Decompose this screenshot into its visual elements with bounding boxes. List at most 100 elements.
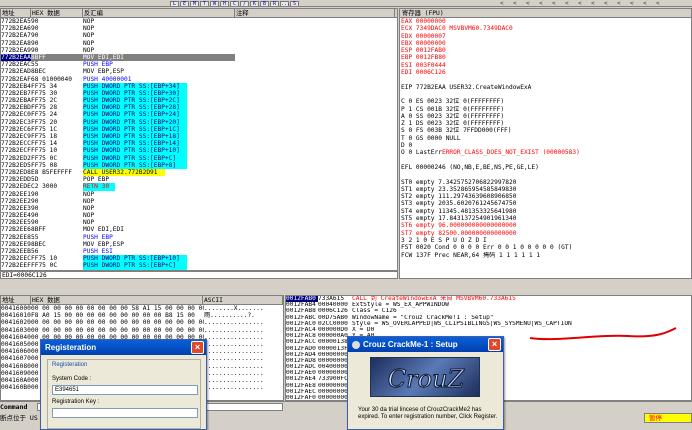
register-line[interactable]: ST1 empty 23.352865954585849830 <box>401 186 691 193</box>
disasm-row[interactable]: 772B2EE390 NOP <box>1 205 397 212</box>
toolbar-button[interactable]: E <box>180 1 189 6</box>
disasm-row[interactable]: 772B2EDD5D POP EBP <box>1 176 397 183</box>
disasm-row[interactable]: 772B2EE490 NOP <box>1 212 397 219</box>
system-code-field[interactable]: E394651 <box>52 385 198 395</box>
register-line[interactable]: A 0 SS 0023 32位 0(FFFFFFFF) <box>401 113 691 120</box>
dump-row[interactable]: 0041603000 00 00 00 00 00 00 00 00 00 00… <box>1 327 283 334</box>
disasm-row[interactable]: 772B2ECFFF75 10 PUSH DWORD PTR SS:[EBP+10… <box>1 147 397 155</box>
registration-key-field[interactable] <box>52 408 198 418</box>
register-line[interactable]: EBX 00000000 <box>401 40 691 47</box>
disasm-row[interactable]: 772B2EBDFF75 28 PUSH DWORD PTR SS:[EBP+28… <box>1 104 397 112</box>
disasm-row[interactable]: 772B2EE98BEC MOV EBP,ESP <box>1 241 397 248</box>
dump-row[interactable]: 0041600000 00 00 00 00 00 00 00 00 58 A1… <box>1 305 283 312</box>
disasm-row[interactable]: 772B2EB4FF75 34 PUSH DWORD PTR SS:[EBP+34… <box>1 82 397 90</box>
disassembly-pane[interactable]: 地址 HEX 数据 反汇编 注释 772B2EA590 NOP 772B2EA690 NOP… <box>0 8 398 271</box>
disasm-row[interactable]: 772B2EE190 NOP <box>1 191 397 198</box>
disasm-row[interactable]: 772B2EA690 NOP <box>1 25 397 32</box>
register-line[interactable]: ECX 7349DAC0 MSVBVM60.7349DAC0 <box>401 25 691 32</box>
nav-arrow-button[interactable]: < <box>617 0 630 6</box>
register-line[interactable]: FST 0020 Cond 0 0 0 0 Err 0 0 1 0 0 0 0 … <box>401 244 691 251</box>
toolbar-button[interactable]: S <box>290 1 299 6</box>
toolbar-button[interactable]: R <box>270 1 279 6</box>
disasm-row[interactable]: 772B2EDEC2 3000 RETN 30 <box>1 183 397 191</box>
nav-arrow-button[interactable]: < <box>630 0 643 6</box>
disasm-row[interactable]: 772B2EB7FF75 30 PUSH DWORD PTR SS:[EBP+30… <box>1 89 397 98</box>
disasm-row[interactable]: 772B2EAC55 PUSH EBP <box>1 61 397 68</box>
register-line[interactable]: C 0 ES 0023 32位 0(FFFFFFFF) <box>401 98 691 105</box>
register-line[interactable]: EDX 00000007 <box>401 33 691 40</box>
register-line[interactable]: EFL 00000246 (NO,NB,E,BE,NS,PE,GE,LE) <box>401 164 691 171</box>
disasm-row[interactable]: 772B2EA890 NOP <box>1 40 397 47</box>
registers-pane[interactable]: 寄存器 (FPU) EAX 00000000 ECX 7349DAC0 MSVBV… <box>399 8 692 279</box>
registration-dialog[interactable]: Registeration × Registeration System Cod… <box>40 339 207 430</box>
nav-arrow-button[interactable]: < <box>513 0 526 6</box>
toolbar-button[interactable]: / <box>240 1 249 6</box>
register-line[interactable] <box>401 76 691 83</box>
disasm-row[interactable]: 772B2EC0FF75 24 PUSH DWORD PTR SS:[EBP+24… <box>1 111 397 119</box>
nav-arrow-button[interactable]: < <box>591 0 604 6</box>
disasm-row[interactable]: 772B2ED5FF75 08 PUSH DWORD PTR SS:[EBP+8] <box>1 161 397 169</box>
disasm-row[interactable]: 772B2EE590 NOP <box>1 219 397 226</box>
register-line[interactable]: Z 1 DS 0023 32位 0(FFFFFFFF) <box>401 120 691 127</box>
register-line[interactable]: EDI 0006C126 <box>401 69 691 76</box>
disasm-row[interactable]: 772B2EA590 NOP <box>1 18 397 25</box>
registration-title-bar[interactable]: Registeration × <box>41 340 206 355</box>
toolbar-button[interactable]: K <box>250 1 259 6</box>
crackme-close-button[interactable]: × <box>488 338 501 351</box>
register-line[interactable] <box>401 171 691 178</box>
register-line[interactable]: ST3 empty 2035.6020761245674750 <box>401 200 691 207</box>
register-line[interactable]: EIP 772B2EAA USER32.CreateWindowExA <box>401 84 691 91</box>
register-line[interactable]: ESP 0012FAB0 <box>401 47 691 54</box>
disasm-row[interactable]: 772B2ED2FF75 0C PUSH DWORD PTR SS:[EBP+C] <box>1 154 397 162</box>
register-line[interactable]: ESI 003F0444 <box>401 62 691 69</box>
nav-arrow-button[interactable]: < <box>656 0 669 6</box>
crackme-title-bar[interactable]: Crouz CrackMe-1 : Setup × <box>348 337 503 352</box>
register-line[interactable]: EBP 0012FB80 <box>401 54 691 61</box>
nav-arrow-button[interactable]: < <box>526 0 539 6</box>
toolbar-button[interactable]: T <box>200 1 209 6</box>
disasm-row[interactable]: 772B2EE68BFF MOV EDI,EDI <box>1 226 397 233</box>
disasm-row[interactable]: 772B2EC6FF75 1C PUSH DWORD PTR SS:[EBP+1C… <box>1 125 397 133</box>
register-line[interactable]: 3 2 1 0 E S P U O Z D I <box>401 237 691 244</box>
register-line[interactable]: ST0 empty 7.3425752706822997820 <box>401 179 691 186</box>
toolbar-button[interactable]: B <box>260 1 269 6</box>
nav-arrow-button[interactable]: < <box>539 0 552 6</box>
disasm-row[interactable]: 772B2EC3FF75 20 PUSH DWORD PTR SS:[EBP+20… <box>1 118 397 126</box>
nav-arrow-button[interactable]: < <box>643 0 656 6</box>
disasm-row[interactable]: 772B2EA790 NOP <box>1 32 397 39</box>
crackme-setup-dialog[interactable]: Crouz CrackMe-1 : Setup × CrouZ Your 30 … <box>347 336 504 430</box>
nav-arrow-button[interactable]: < <box>565 0 578 6</box>
toolbar-button[interactable]: ... <box>280 1 290 6</box>
register-line[interactable]: T 0 GS 0000 NULL <box>401 135 691 142</box>
nav-arrow-button[interactable]: < <box>500 0 513 6</box>
register-line[interactable]: D 0 <box>401 142 691 149</box>
register-line[interactable]: ST6 empty 96.000000000000000000 <box>401 222 691 229</box>
disasm-row[interactable]: 772B2EA990 NOP <box>1 47 397 54</box>
toolbar-button[interactable]: M <box>190 1 199 6</box>
disasm-row[interactable]: 772B2EE290 NOP <box>1 198 397 205</box>
toolbar-button[interactable]: L <box>170 1 179 6</box>
registration-close-button[interactable]: × <box>191 341 204 354</box>
disasm-row[interactable]: 772B2EAD8BEC MOV EBP,ESP <box>1 68 397 75</box>
disasm-row[interactable]: 772B2EC9FF75 18 PUSH DWORD PTR SS:[EBP+18… <box>1 133 397 141</box>
register-line[interactable]: ST4 empty 11345.481353325641980 <box>401 208 691 215</box>
nav-arrow-button[interactable]: < <box>578 0 591 6</box>
disasm-row[interactable]: 772B2EE855 PUSH EBP <box>1 234 397 241</box>
toolbar-button[interactable]: C <box>230 1 239 6</box>
register-line[interactable]: P 1 CS 001B 32位 0(FFFFFFFF) <box>401 106 691 113</box>
register-line[interactable]: ST5 empty 17.843137254901961340 <box>401 215 691 222</box>
register-line[interactable] <box>401 91 691 98</box>
dump-row[interactable]: 0041602000 00 00 00 00 00 00 00 00 00 00… <box>1 319 283 326</box>
disasm-row[interactable]: 772B2EBAFF75 2C PUSH DWORD PTR SS:[EBP+2C… <box>1 97 397 105</box>
register-line[interactable] <box>401 157 691 164</box>
nav-arrow-button[interactable]: < <box>552 0 565 6</box>
disasm-row[interactable]: 772B2EEFFF75 0C PUSH DWORD PTR SS:[EBP+C] <box>1 262 397 270</box>
disasm-row[interactable]: 772B2ED8E8 B5FEFFFF CALL USER32.772B2D91 <box>1 168 397 177</box>
toolbar-button[interactable]: H <box>220 1 229 6</box>
register-line[interactable]: ST7 empty 82500.000000000000000 <box>401 230 691 237</box>
register-line[interactable]: O 0 LastErr ERROR_CLASS_DOES_NOT_EXIST (… <box>401 149 691 156</box>
disasm-row[interactable]: 772B2EAA8BFF MOV EDI,EDI <box>1 53 397 62</box>
disasm-row[interactable]: 772B2EEB56 PUSH ESI <box>1 248 397 255</box>
register-line[interactable]: FCW 137F Prec NEAR,64 掩码 1 1 1 1 1 1 <box>401 252 691 259</box>
dump-row[interactable]: 00416010F8 A0 15 00 00 00 00 00 00 00 00… <box>1 312 283 319</box>
